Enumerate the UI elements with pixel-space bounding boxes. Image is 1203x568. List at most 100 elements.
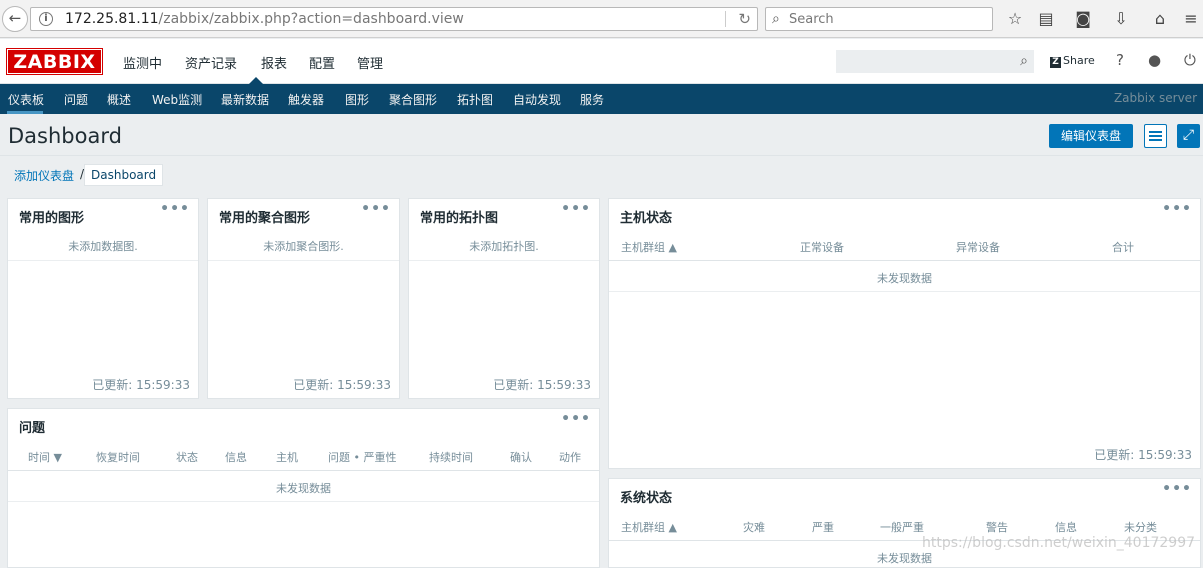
header-divider [609,260,1200,261]
widget-system-status: 系统状态 ••• 主机群组 ▲ 灾难 严重 一般严重 警告 信息 未分类 未发现… [608,478,1201,568]
menu-configuration[interactable]: 配置 [309,53,335,72]
header-divider [8,470,599,471]
column-header-average: 一般严重 [880,521,924,534]
browser-toolbar: ← i 172.25.81.11/zabbix/zabbix.php?actio… [0,0,1203,38]
column-header-total: 合计 [1112,241,1134,254]
widget-empty-message: 未添加聚合图形. [263,240,344,253]
widget-title: 问题 [19,421,46,436]
submenu-graphs[interactable]: 图形 [345,91,369,108]
edit-dashboard-button[interactable]: 编辑仪表盘 [1049,124,1133,148]
row-divider [208,260,399,261]
widget-options-icon[interactable]: ••• [561,411,591,427]
column-header-info: 信息 [225,451,247,464]
widget-host-status: 主机状态 ••• 主机群组 ▲ 正常设备 异常设备 合计 未发现数据 已更新: … [608,198,1201,469]
widget-favourite-maps: 常用的拓扑图 ••• 未添加拓扑图. 已更新: 15:59:33 [408,198,600,399]
menu-administration[interactable]: 管理 [357,53,383,72]
submenu-triggers[interactable]: 触发器 [288,91,324,108]
dashboard-actions-button[interactable] [1144,124,1167,148]
reload-icon[interactable]: ↻ [738,10,751,28]
column-header-warning: 警告 [986,521,1008,534]
submenu-problems[interactable]: 问题 [64,91,88,108]
submenu-screens[interactable]: 聚合图形 [389,91,437,108]
widget-options-icon[interactable]: ••• [361,201,391,217]
download-icon[interactable]: ⇩ [1110,8,1132,30]
active-submenu-indicator [7,111,43,114]
widget-options-icon[interactable]: ••• [1162,201,1192,217]
submenu-services[interactable]: 服务 [580,91,604,108]
column-header-problem-severity: 问题 • 严重性 [328,451,397,464]
widget-title: 系统状态 [620,491,673,506]
logout-icon[interactable]: ⏻ [1184,51,1196,69]
column-header-not-classified: 未分类 [1124,521,1157,534]
widget-updated-time: 已更新: 15:59:33 [1094,448,1192,462]
fullscreen-icon: ⤢ [1182,127,1195,143]
row-divider [8,501,599,502]
title-divider [0,155,1203,156]
column-header-duration: 持续时间 [429,451,473,464]
column-header-recovery-time: 恢复时间 [96,451,140,464]
widget-options-icon[interactable]: ••• [561,201,591,217]
widget-favourite-graphs: 常用的图形 ••• 未添加数据图. 已更新: 15:59:33 [7,198,199,399]
search-placeholder: Search [789,12,834,27]
column-header-time[interactable]: 时间 ▼ [28,449,62,465]
browser-search-input[interactable]: ⌕ Search [765,7,993,31]
widget-problems: 问题 ••• 时间 ▼ 恢复时间 状态 信息 主机 问题 • 严重性 持续时间 … [7,408,600,568]
reading-list-icon[interactable]: ▤ [1035,8,1057,30]
column-header-host-group[interactable]: 主机群组 ▲ [621,239,677,255]
bookmark-star-icon[interactable]: ☆ [1004,8,1026,30]
column-header-host: 主机 [276,451,298,464]
column-header-information: 信息 [1055,521,1077,534]
fullscreen-button[interactable]: ⤢ [1177,124,1200,148]
table-empty-message: 未发现数据 [877,272,932,285]
search-icon[interactable]: ⌕ [1020,53,1028,69]
row-divider [409,260,599,261]
info-icon[interactable]: i [39,12,53,26]
widget-title: 常用的拓扑图 [420,211,499,226]
widget-options-icon[interactable]: ••• [160,201,190,217]
address-bar[interactable]: i 172.25.81.11/zabbix/zabbix.php?action=… [30,7,758,31]
watermark-text: https://blog.csdn.net/weixin_40172997 [922,535,1196,551]
submenu-web[interactable]: Web监测 [152,91,202,108]
column-header-disaster: 灾难 [743,521,765,534]
user-profile-icon[interactable]: ● [1148,51,1161,69]
global-search-input[interactable]: ⌕ [836,50,1034,73]
widget-title: 常用的图形 [19,211,85,226]
zabbix-header: ZABBIX 监测中 资产记录 报表 配置 管理 ⌕ Z Share ? ● ⏻ [0,39,1203,84]
menu-monitoring[interactable]: 监测中 [123,53,162,72]
search-icon: ⌕ [772,11,780,27]
submenu-overview[interactable]: 概述 [107,91,131,108]
column-header-host-group[interactable]: 主机群组 ▲ [621,519,677,535]
menu-reports[interactable]: 报表 [261,53,287,72]
share-button[interactable]: Z Share [1050,54,1095,68]
submenu-maps[interactable]: 拓扑图 [457,91,493,108]
menu-icon[interactable]: ≡ [1180,8,1202,30]
url-divider [725,11,726,27]
list-icon [1149,139,1162,141]
widget-updated-time: 已更新: 15:59:33 [92,378,190,392]
widget-empty-message: 未添加拓扑图. [469,240,539,253]
menu-inventory[interactable]: 资产记录 [185,53,237,72]
column-header-status: 状态 [176,451,198,464]
widget-empty-message: 未添加数据图. [68,240,138,253]
home-icon[interactable]: ⌂ [1149,8,1171,30]
submenu-discovery[interactable]: 自动发现 [513,91,561,108]
submenu-dashboard[interactable]: 仪表板 [8,91,44,108]
back-button[interactable]: ← [2,6,28,32]
list-icon [1149,135,1162,137]
page-title: Dashboard [8,124,122,148]
help-icon[interactable]: ? [1116,51,1124,69]
column-header-high: 严重 [812,521,834,534]
column-header-failed: 异常设备 [956,241,1000,254]
zabbix-logo[interactable]: ZABBIX [6,48,103,75]
widget-updated-time: 已更新: 15:59:33 [493,378,591,392]
breadcrumb-add-dashboard[interactable]: 添加仪表盘 [14,167,74,184]
pocket-icon[interactable]: ◙ [1072,8,1094,30]
server-name: Zabbix server [1113,91,1197,105]
table-empty-message: 未发现数据 [276,482,331,495]
url-text: 172.25.81.11/zabbix/zabbix.php?action=da… [65,11,464,27]
widget-title: 常用的聚合图形 [219,211,311,226]
widget-options-icon[interactable]: ••• [1162,481,1192,497]
submenu-latest-data[interactable]: 最新数据 [221,91,269,108]
breadcrumb-current[interactable]: Dashboard [84,164,164,186]
column-header-ok: 正常设备 [800,241,844,254]
